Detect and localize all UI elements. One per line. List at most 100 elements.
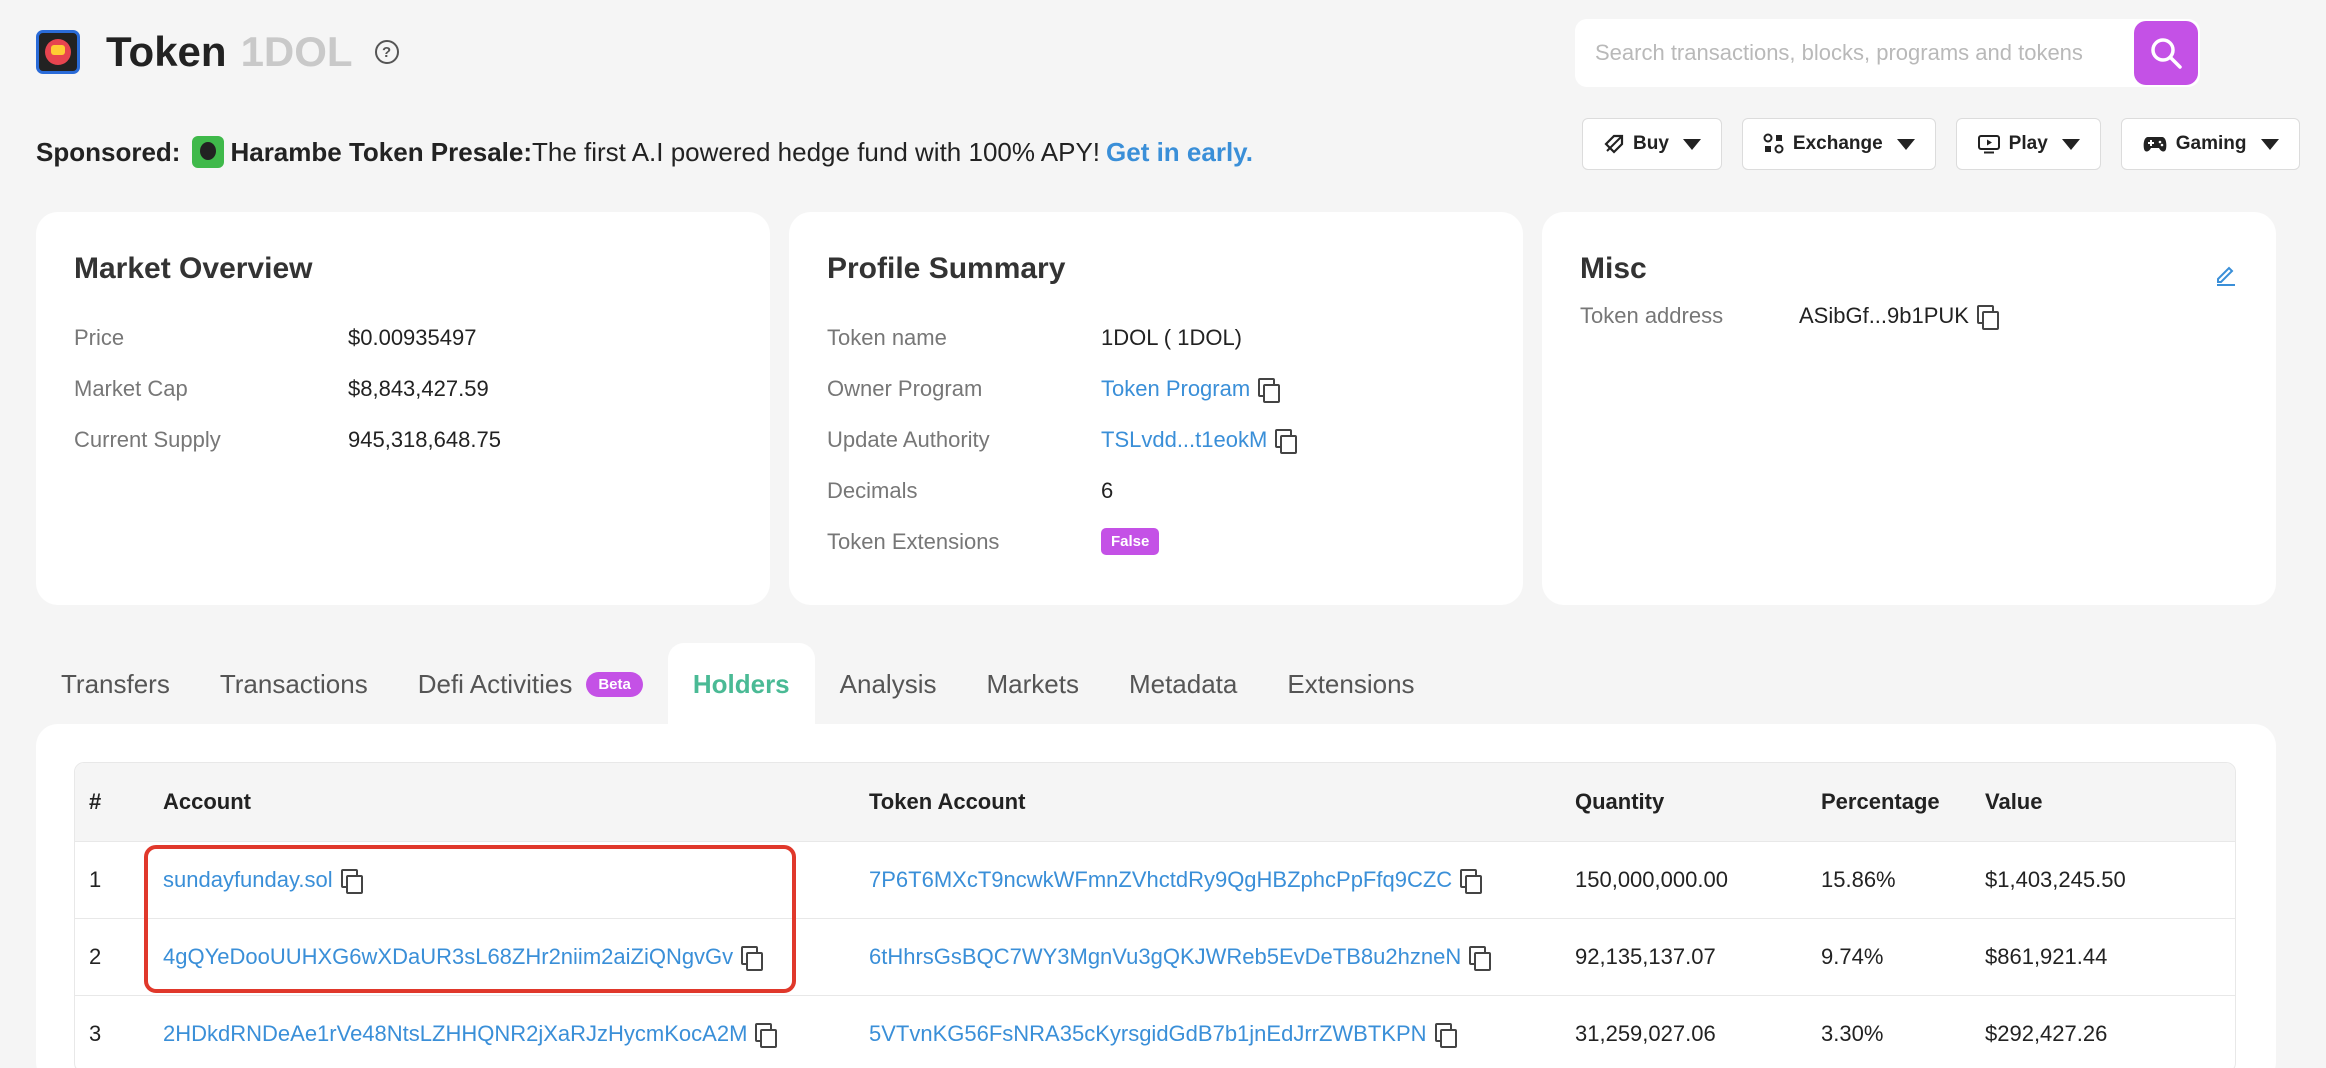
token-name-value: 1DOL ( 1DOL) — [1101, 324, 1243, 350]
value-cell: $1,403,245.50 — [1985, 867, 2126, 892]
percentage-cell: 9.74% — [1821, 944, 1884, 969]
owner-program-link[interactable]: Token Program — [1101, 376, 1250, 402]
percentage-cell: 15.86% — [1821, 867, 1896, 892]
token-account-link[interactable]: 5VTvnKG56FsNRA35cKyrsgidGdB7b1jnEdJrrZWB… — [869, 1021, 1427, 1047]
price-row: Price $0.00935497 — [74, 312, 732, 363]
exchange-label: Exchange — [1792, 133, 1883, 154]
update-authority-label: Update Authority — [827, 426, 990, 452]
copy-icon[interactable] — [1469, 946, 1492, 971]
page-title: Token — [106, 28, 227, 75]
table-header: # Account Token Account Quantity Percent… — [75, 763, 2235, 841]
search-bar — [1575, 19, 2200, 87]
token-account-link[interactable]: 7P6T6MXcT9ncwkWFmnZVhctdRy9QgHBZphcPpFfq… — [869, 867, 1452, 893]
value-cell: $292,427.26 — [1985, 1021, 2108, 1046]
copy-icon[interactable] — [1460, 869, 1483, 894]
tab-metadata[interactable]: Metadata — [1104, 643, 1262, 725]
gaming-label: Gaming — [2175, 133, 2247, 154]
price-label: Price — [74, 324, 125, 350]
column-header: Quantity — [1575, 789, 1665, 814]
tab-analysis[interactable]: Analysis — [815, 643, 962, 725]
market-overview-card: Market Overview Price $0.00935497 Market… — [36, 212, 770, 605]
copy-icon[interactable] — [1258, 377, 1281, 403]
market-cap-value: $8,843,427.59 — [348, 375, 489, 401]
current-supply-row: Current Supply 945,318,648.75 — [74, 414, 732, 465]
table-row: 3 2HDkdRNDeAe1rVe48NtsLZHHQNR2jXaRJzHycm… — [75, 995, 2235, 1068]
card-title: Profile Summary — [827, 252, 1066, 285]
column-header: # — [89, 789, 102, 814]
tab-holders[interactable]: Holders — [667, 643, 815, 725]
search-button[interactable] — [2134, 21, 2198, 85]
current-supply-label: Current Supply — [74, 426, 221, 452]
caret-down-icon — [1682, 138, 1701, 150]
token-name-label: Token name — [827, 324, 947, 350]
token-symbol: 1DOL — [240, 28, 353, 75]
tab-extensions[interactable]: Extensions — [1262, 643, 1439, 725]
misc-card: Misc Token address ASibGf...9b1PUK — [1542, 212, 2276, 605]
market-cap-row: Market Cap $8,843,427.59 — [74, 363, 732, 414]
copy-icon[interactable] — [1976, 304, 1999, 330]
market-cap-label: Market Cap — [74, 375, 188, 401]
exchange-icon — [1763, 133, 1784, 154]
card-title: Market Overview — [74, 252, 313, 285]
sponsored-label: Sponsored: — [36, 136, 181, 167]
token-extensions-label: Token Extensions — [827, 528, 1000, 554]
token-name-row: Token name 1DOL ( 1DOL) — [827, 312, 1485, 363]
status-badge: False — [1101, 528, 1160, 555]
question-circle-icon[interactable]: ? — [374, 40, 399, 64]
percentage-cell: 3.30% — [1821, 1021, 1884, 1046]
page-header: Token 1DOL ? — [36, 22, 399, 82]
column-header: Percentage — [1821, 789, 1940, 814]
sponsor-link[interactable]: Get in early. — [1106, 137, 1253, 168]
buy-dropdown[interactable]: Buy — [1582, 118, 1722, 170]
token-account-link[interactable]: 6tHhrsGsBQC7WY3MgnVu3gQKJWReb5EvDeTB8u2h… — [869, 944, 1461, 970]
owner-program-row: Owner Program Token Program — [827, 363, 1485, 414]
caret-down-icon — [2260, 138, 2279, 150]
tag-icon — [1604, 134, 1624, 154]
tab-transactions[interactable]: Transactions — [195, 643, 393, 725]
token-address-row: Token address ASibGf...9b1PUK — [1580, 290, 2238, 341]
copy-icon[interactable] — [1434, 1023, 1457, 1048]
buy-label: Buy — [1633, 133, 1669, 154]
gaming-dropdown[interactable]: Gaming — [2120, 118, 2300, 170]
beta-badge: Beta — [586, 671, 643, 697]
quantity-cell: 92,135,137.07 — [1575, 944, 1716, 969]
update-authority-row: Update Authority TSLvdd...t1eokM — [827, 414, 1485, 465]
search-icon — [2151, 38, 2182, 69]
tab-label: Defi Activities — [417, 668, 573, 699]
tab-bar: Transfers Transactions Defi Activities B… — [36, 643, 1440, 725]
copy-icon[interactable] — [755, 1023, 778, 1048]
search-input[interactable] — [1575, 19, 2134, 87]
sponsor-name: Harambe Token Presale: — [230, 136, 532, 167]
update-authority-link[interactable]: TSLvdd...t1eokM — [1101, 427, 1267, 453]
account-link[interactable]: 2HDkdRNDeAe1rVe48NtsLZHHQNR2jXaRJzHycmKo… — [163, 1021, 747, 1047]
value-cell: $861,921.44 — [1985, 944, 2108, 969]
tab-defi-activities[interactable]: Defi Activities Beta — [393, 643, 668, 725]
column-header: Value — [1985, 789, 2043, 814]
profile-summary-card: Profile Summary Token name 1DOL ( 1DOL) … — [789, 212, 1523, 605]
exchange-dropdown[interactable]: Exchange — [1741, 118, 1936, 170]
highlight-box — [144, 845, 796, 993]
nav-dropdowns: Buy Exchange Play Gaming — [1582, 118, 2300, 170]
caret-down-icon — [1896, 138, 1915, 150]
sponsor-logo — [192, 136, 225, 168]
play-dropdown[interactable]: Play — [1955, 118, 2101, 170]
tab-transfers[interactable]: Transfers — [36, 643, 195, 725]
token-address-label: Token address — [1580, 302, 1724, 328]
sponsored-banner: Sponsored: Harambe Token Presale: The fi… — [36, 136, 1253, 168]
column-header: Account — [163, 789, 251, 814]
quantity-cell: 150,000,000.00 — [1575, 867, 1728, 892]
current-supply-value: 945,318,648.75 — [348, 426, 501, 452]
owner-program-label: Owner Program — [827, 375, 983, 401]
token-logo — [36, 30, 80, 74]
decimals-label: Decimals — [827, 477, 918, 503]
quantity-cell: 31,259,027.06 — [1575, 1021, 1716, 1046]
caret-down-icon — [2061, 138, 2080, 150]
edit-icon[interactable] — [2214, 262, 2238, 286]
play-screen-icon — [1977, 135, 2000, 154]
copy-icon[interactable] — [1275, 428, 1298, 454]
sponsor-text: The first A.I powered hedge fund with 10… — [532, 136, 1101, 167]
card-title: Misc — [1580, 252, 1647, 285]
tab-markets[interactable]: Markets — [961, 643, 1103, 725]
token-address-value: ASibGf...9b1PUK — [1799, 302, 1969, 328]
rank-cell: 3 — [89, 1021, 102, 1046]
